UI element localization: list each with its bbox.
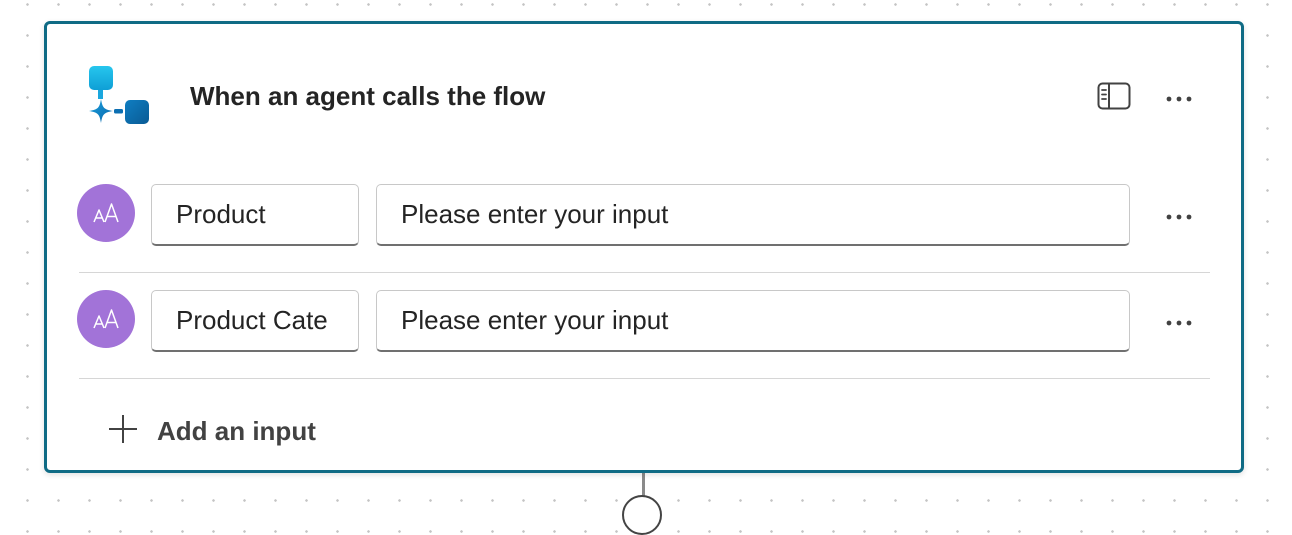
row-divider: [79, 272, 1210, 273]
flow-connector-line: [642, 470, 645, 498]
plus-icon: [107, 413, 139, 450]
input-more-button[interactable]: [1161, 308, 1197, 338]
side-panel-icon: [1097, 82, 1131, 115]
input-more-button[interactable]: [1161, 202, 1197, 232]
trigger-card-header: When an agent calls the flow: [47, 24, 1241, 164]
more-options-icon: [1165, 90, 1193, 108]
trigger-title: When an agent calls the flow: [190, 81, 546, 111]
input-name-field[interactable]: [151, 184, 359, 246]
input-description-field[interactable]: [376, 290, 1130, 352]
agent-flow-trigger-icon: [83, 61, 155, 133]
add-step-connector[interactable]: [622, 495, 662, 535]
input-row: [47, 276, 1241, 382]
trigger-more-button[interactable]: [1161, 84, 1197, 114]
more-options-icon: [1165, 314, 1193, 332]
input-row: [47, 170, 1241, 276]
add-input-label: Add an input: [157, 415, 316, 446]
trigger-card[interactable]: When an agent calls the flow Product Ple…: [44, 21, 1244, 473]
row-divider: [79, 378, 1210, 379]
text-type-icon: [77, 184, 135, 242]
input-description-field[interactable]: [376, 184, 1130, 246]
add-input-button[interactable]: Add an input: [107, 409, 316, 453]
flow-canvas: When an agent calls the flow Product Ple…: [0, 0, 1292, 535]
more-options-icon: [1165, 208, 1193, 226]
text-type-icon: [77, 290, 135, 348]
input-name-field[interactable]: [151, 290, 359, 352]
panel-toggle-button[interactable]: [1095, 81, 1133, 115]
